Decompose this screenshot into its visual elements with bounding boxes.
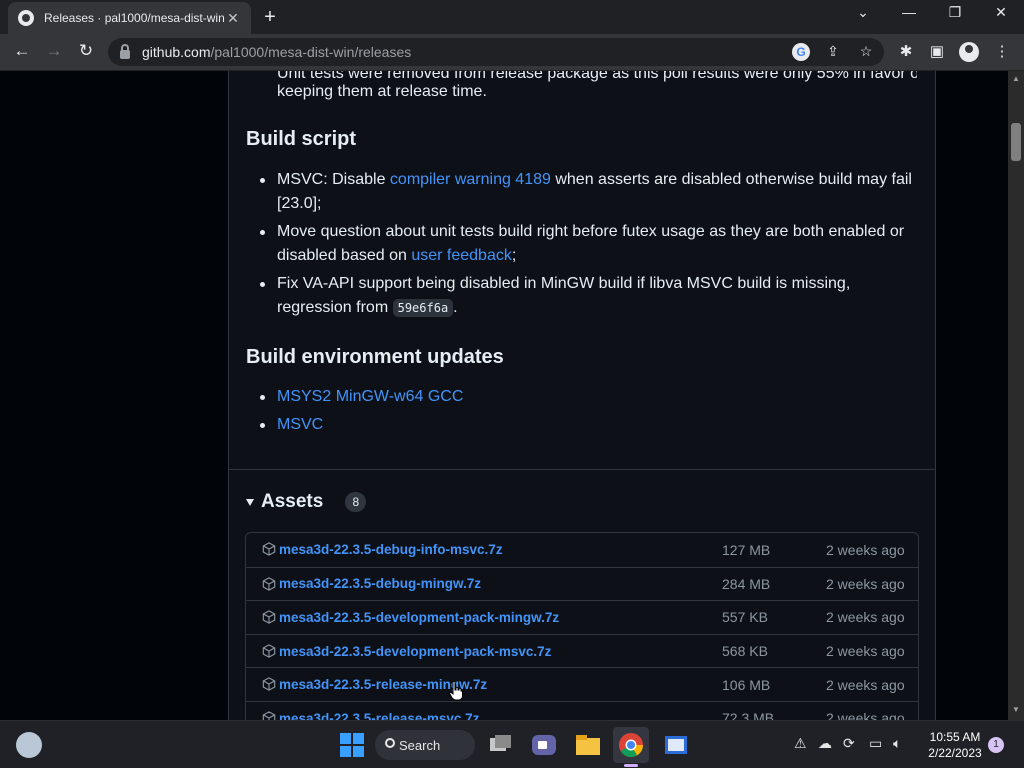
user-feedback-link[interactable]: user feedback	[411, 247, 512, 264]
list-item: MSYS2 MinGW-w64 GCC	[259, 385, 463, 413]
asset-date: 2 weeks ago	[826, 575, 905, 592]
msys2-link[interactable]: MSYS2 MinGW-w64 GCC	[277, 388, 463, 405]
asset-date: 2 weeks ago	[826, 609, 905, 626]
asset-size: 284 MB	[722, 575, 771, 592]
tab-title: Releases · pal1000/mesa-dist-win	[44, 11, 225, 25]
asset-size: 557 KB	[722, 609, 768, 626]
page-content: Unit tests were removed from release pac…	[0, 71, 1008, 720]
asset-size: 72.3 MB	[722, 710, 775, 720]
asset-date: 2 weeks ago	[826, 541, 905, 558]
weather-widget-icon[interactable]	[16, 732, 42, 758]
asset-row: mesa3d-22.3.5-release-msvc.7z 72.3 MB 2 …	[246, 700, 918, 720]
scrollbar-thumb[interactable]	[1011, 123, 1021, 161]
asset-date: 2 weeks ago	[826, 710, 905, 720]
list-item: Fix VA-API support being disabled in Min…	[260, 272, 912, 324]
build-env-heading: Build environment updates	[246, 346, 504, 368]
hand-cursor-icon	[449, 681, 463, 701]
address-bar[interactable]: github.com/pal1000/mesa-dist-win/release…	[108, 38, 884, 66]
forward-button[interactable]: →	[42, 41, 66, 61]
asset-size: 568 KB	[722, 643, 768, 660]
scroll-down-arrow-icon[interactable]: ▼	[1012, 705, 1020, 714]
restore-button[interactable]: ❐	[939, 4, 971, 21]
package-icon	[262, 542, 276, 556]
asset-size: 106 MB	[722, 676, 771, 693]
assets-title: Assets	[261, 491, 324, 512]
list-item: MSVC: Disable compiler warning 4189 when…	[260, 168, 912, 220]
reload-button[interactable]: ↻	[74, 41, 98, 61]
minimize-button[interactable]: —	[893, 4, 925, 20]
system-clock[interactable]: 10:55 AM 2/22/2023	[922, 729, 988, 761]
teams-chat-icon[interactable]	[529, 730, 559, 760]
asset-name-link[interactable]: mesa3d-22.3.5-release-msvc.7z	[279, 711, 479, 720]
browser-tab[interactable]: Releases · pal1000/mesa-dist-win ✕	[8, 2, 251, 34]
new-tab-button[interactable]: +	[258, 6, 282, 29]
app-window-icon[interactable]	[661, 730, 691, 760]
menu-kebab-icon[interactable]: ⋮	[992, 42, 1012, 62]
bookmark-star-icon[interactable]: ☆	[857, 43, 875, 61]
partial-paragraph-line-2: keeping them at release time.	[277, 83, 487, 100]
task-view-icon[interactable]	[486, 730, 516, 760]
package-icon	[262, 576, 276, 591]
asset-name-link[interactable]: mesa3d-22.3.5-debug-info-msvc.7z	[279, 542, 503, 557]
search-icon	[385, 738, 395, 748]
google-icon[interactable]: G	[792, 43, 810, 61]
url-text[interactable]: github.com/pal1000/mesa-dist-win/release…	[142, 44, 411, 60]
browser-tab-strip: Releases · pal1000/mesa-dist-win ✕ + ⌄ —…	[0, 0, 1024, 34]
package-icon	[262, 677, 276, 692]
os-taskbar: Search ⚠ ☁ ⟳ ▭ 🔈︎ 10:55 AM 2/22/2023 1	[0, 720, 1024, 768]
share-icon[interactable]: ⇪	[824, 43, 842, 61]
package-icon	[262, 711, 276, 720]
asset-name-link[interactable]: mesa3d-22.3.5-development-pack-msvc.7z	[279, 644, 551, 659]
asset-name-link[interactable]: mesa3d-22.3.5-debug-mingw.7z	[279, 576, 481, 591]
page-scrollbar[interactable]: ▲ ▼	[1008, 71, 1024, 720]
assets-toggle[interactable]: Assets 8	[246, 491, 367, 513]
asset-date: 2 weeks ago	[826, 643, 905, 660]
sync-icon[interactable]: ⟳	[843, 735, 855, 752]
list-item: MSVC	[259, 413, 463, 441]
chrome-icon[interactable]	[616, 730, 646, 760]
tab-search-chevron-icon[interactable]: ⌄	[847, 4, 879, 21]
assets-list: mesa3d-22.3.5-debug-info-msvc.7z 127 MB …	[245, 532, 919, 720]
asset-date: 2 weeks ago	[826, 676, 905, 693]
browser-toolbar: ← → ↻ github.com/pal1000/mesa-dist-win/r…	[0, 34, 1024, 71]
disclosure-triangle-icon	[246, 498, 254, 506]
compiler-warning-link[interactable]: compiler warning 4189	[390, 171, 551, 188]
divider	[229, 469, 935, 470]
active-indicator	[624, 764, 638, 767]
file-explorer-icon[interactable]	[573, 730, 603, 760]
volume-icon[interactable]: 🔈︎	[893, 735, 901, 752]
close-window-button[interactable]: ✕	[985, 4, 1017, 21]
msvc-link[interactable]: MSVC	[277, 416, 323, 433]
cloud-icon[interactable]: ☁	[818, 735, 832, 752]
github-icon	[18, 10, 34, 26]
asset-row: mesa3d-22.3.5-development-pack-mingw.7z …	[246, 600, 918, 634]
build-script-heading: Build script	[246, 128, 357, 150]
extensions-icon[interactable]: ✱	[896, 42, 916, 62]
asset-size: 127 MB	[722, 541, 771, 558]
assets-count-badge: 8	[345, 492, 367, 512]
list-item: Move question about unit tests build rig…	[260, 220, 912, 272]
asset-row: mesa3d-22.3.5-development-pack-msvc.7z 5…	[246, 633, 918, 668]
asset-name-link[interactable]: mesa3d-22.3.5-development-pack-mingw.7z	[279, 610, 559, 625]
lock-icon[interactable]	[120, 43, 130, 59]
taskbar-search[interactable]: Search	[375, 730, 475, 760]
security-warning-icon[interactable]: ⚠	[794, 735, 807, 752]
profile-avatar-icon[interactable]	[959, 42, 979, 62]
build-script-list: MSVC: Disable compiler warning 4189 when…	[260, 168, 912, 324]
package-icon	[262, 644, 276, 658]
asset-row: mesa3d-22.3.5-debug-mingw.7z 284 MB 2 we…	[246, 566, 918, 601]
scroll-up-arrow-icon[interactable]: ▲	[1012, 74, 1020, 83]
close-tab-icon[interactable]: ✕	[225, 10, 241, 27]
windows-start-icon[interactable]	[337, 730, 367, 760]
commit-hash-link[interactable]: 59e6f6a	[392, 299, 454, 317]
asset-row: mesa3d-22.3.5-debug-info-msvc.7z 127 MB …	[246, 533, 918, 567]
network-icon[interactable]: ▭	[869, 735, 882, 752]
back-button[interactable]: ←	[10, 41, 34, 61]
build-env-list: MSYS2 MinGW-w64 GCC MSVC	[259, 385, 463, 441]
notification-badge[interactable]: 1	[988, 737, 1004, 753]
asset-row: mesa3d-22.3.5-release-mingw.7z 106 MB 2 …	[246, 667, 918, 701]
package-icon	[262, 610, 276, 624]
side-panel-icon[interactable]: ▣	[927, 42, 947, 62]
